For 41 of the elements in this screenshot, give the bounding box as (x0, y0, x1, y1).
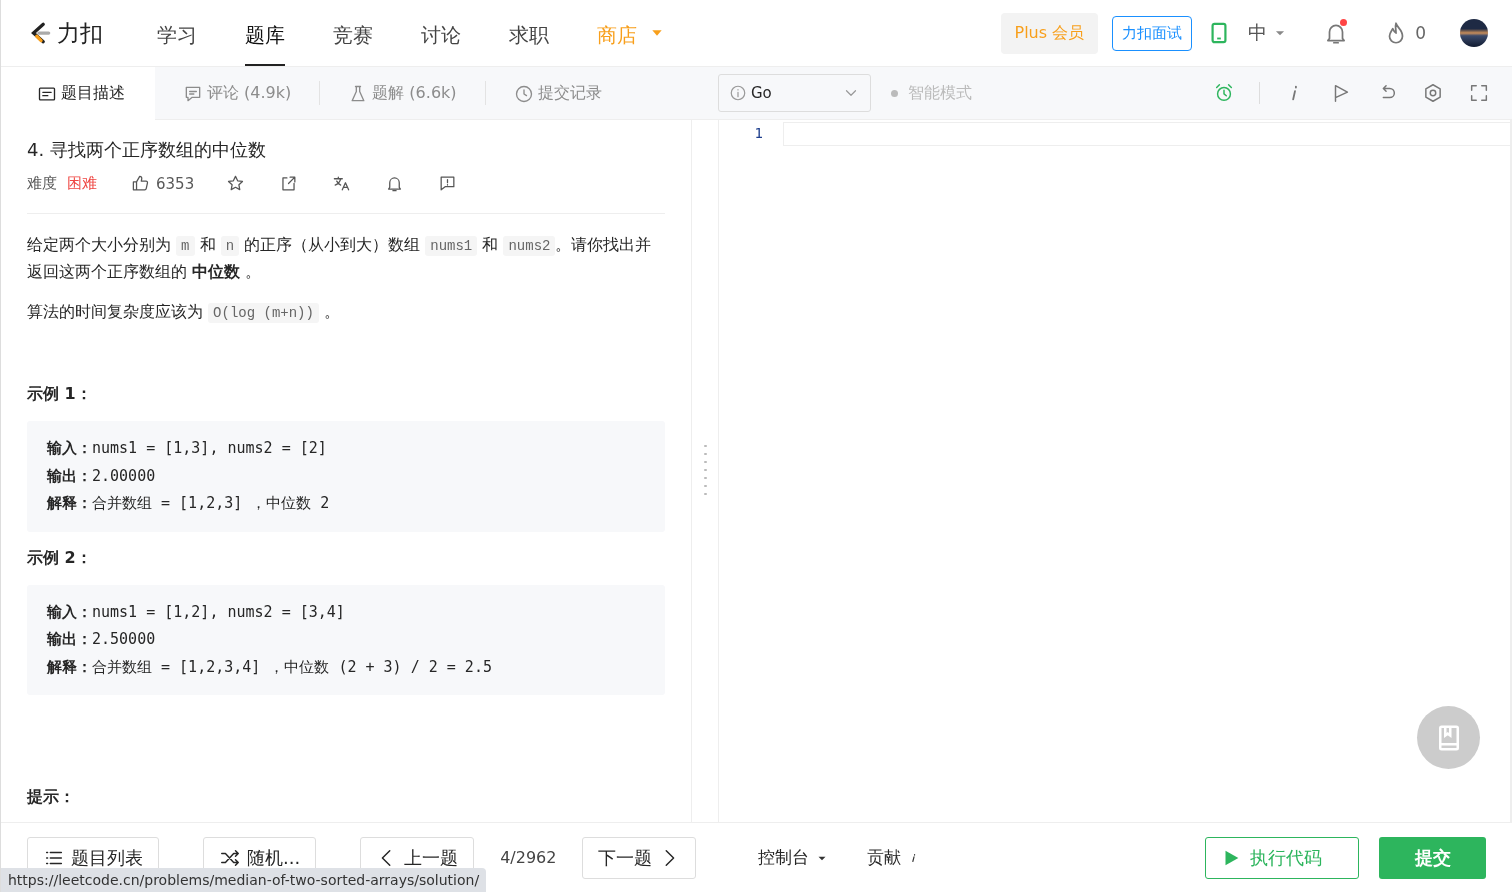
difficulty-label: 难度 (27, 174, 57, 193)
language-select[interactable]: Go (718, 74, 871, 112)
code-line: 输出：2.00000 (47, 465, 157, 487)
console-button[interactable]: 控制台 (752, 845, 836, 870)
code-editor[interactable]: 1 (719, 120, 1510, 822)
language-menu[interactable]: 中 (1248, 20, 1268, 46)
link-url-tooltip: https://leetcode.cn/problems/median-of-two-sorted-arrays/solution/ (1, 868, 487, 892)
contribute-button[interactable]: 贡献 (861, 845, 928, 870)
logo-text[interactable]: 力扣 (57, 17, 103, 49)
avatar[interactable] (1460, 19, 1488, 47)
nav-link[interactable]: 讨论 (421, 2, 461, 66)
code-line: 解释：合并数组 = [1,2,3,4] ，中位数 (2 + 3) / 2 = 2.5 (47, 656, 493, 678)
alarm-clock-icon[interactable] (1213, 82, 1235, 104)
settings-icon[interactable] (1422, 82, 1444, 104)
points-count: 0 (1415, 23, 1426, 43)
nav-link[interactable]: 求职 (509, 2, 549, 66)
problem-counter: 4/2962 (500, 848, 557, 867)
nav-link[interactable]: 竞赛 (333, 2, 373, 66)
status-dot (891, 89, 898, 97)
star-icon[interactable] (226, 174, 246, 193)
difficulty-value: 困难 (67, 174, 97, 193)
translate-icon[interactable] (332, 174, 352, 193)
clock-icon (513, 83, 534, 104)
example-heading: 示例 1： (27, 384, 93, 405)
like-count: 6353 (156, 174, 195, 193)
code-line: 输入：nums1 = [1,2], nums2 = [3,4] (47, 601, 346, 623)
code-line: 输入：nums1 = [1,3], nums2 = [2] (47, 438, 328, 459)
info-icon (729, 84, 747, 102)
problem-title: 4. 寻找两个正序数组的中位数 (27, 138, 267, 162)
description-text: 给定两个大小分别为 m 和 n 的正序（从小到大）数组 nums1 和 nums2 。请你找出并返回这两个正序数组的 中位数 。 (27, 234, 653, 283)
tab[interactable]: 题目描述 (1, 67, 155, 120)
example-heading: 示例 2： (27, 547, 93, 569)
next-button[interactable]: 下一题 (582, 836, 697, 879)
code-line: 解释：合并数组 = [1,2,3] ，中位数 2 (47, 493, 331, 514)
thumbs-up-icon[interactable] (131, 174, 150, 193)
hint-heading: 提示： (27, 787, 76, 808)
fullscreen-icon[interactable] (1468, 82, 1490, 104)
description-text: 算法的时间复杂度应该为 O(log (m+n)) 。 (27, 301, 341, 325)
code-line: 输出：2.50000 (47, 629, 157, 650)
line-number: 1 (753, 124, 764, 143)
nav-link[interactable]: 学习 (157, 2, 197, 66)
